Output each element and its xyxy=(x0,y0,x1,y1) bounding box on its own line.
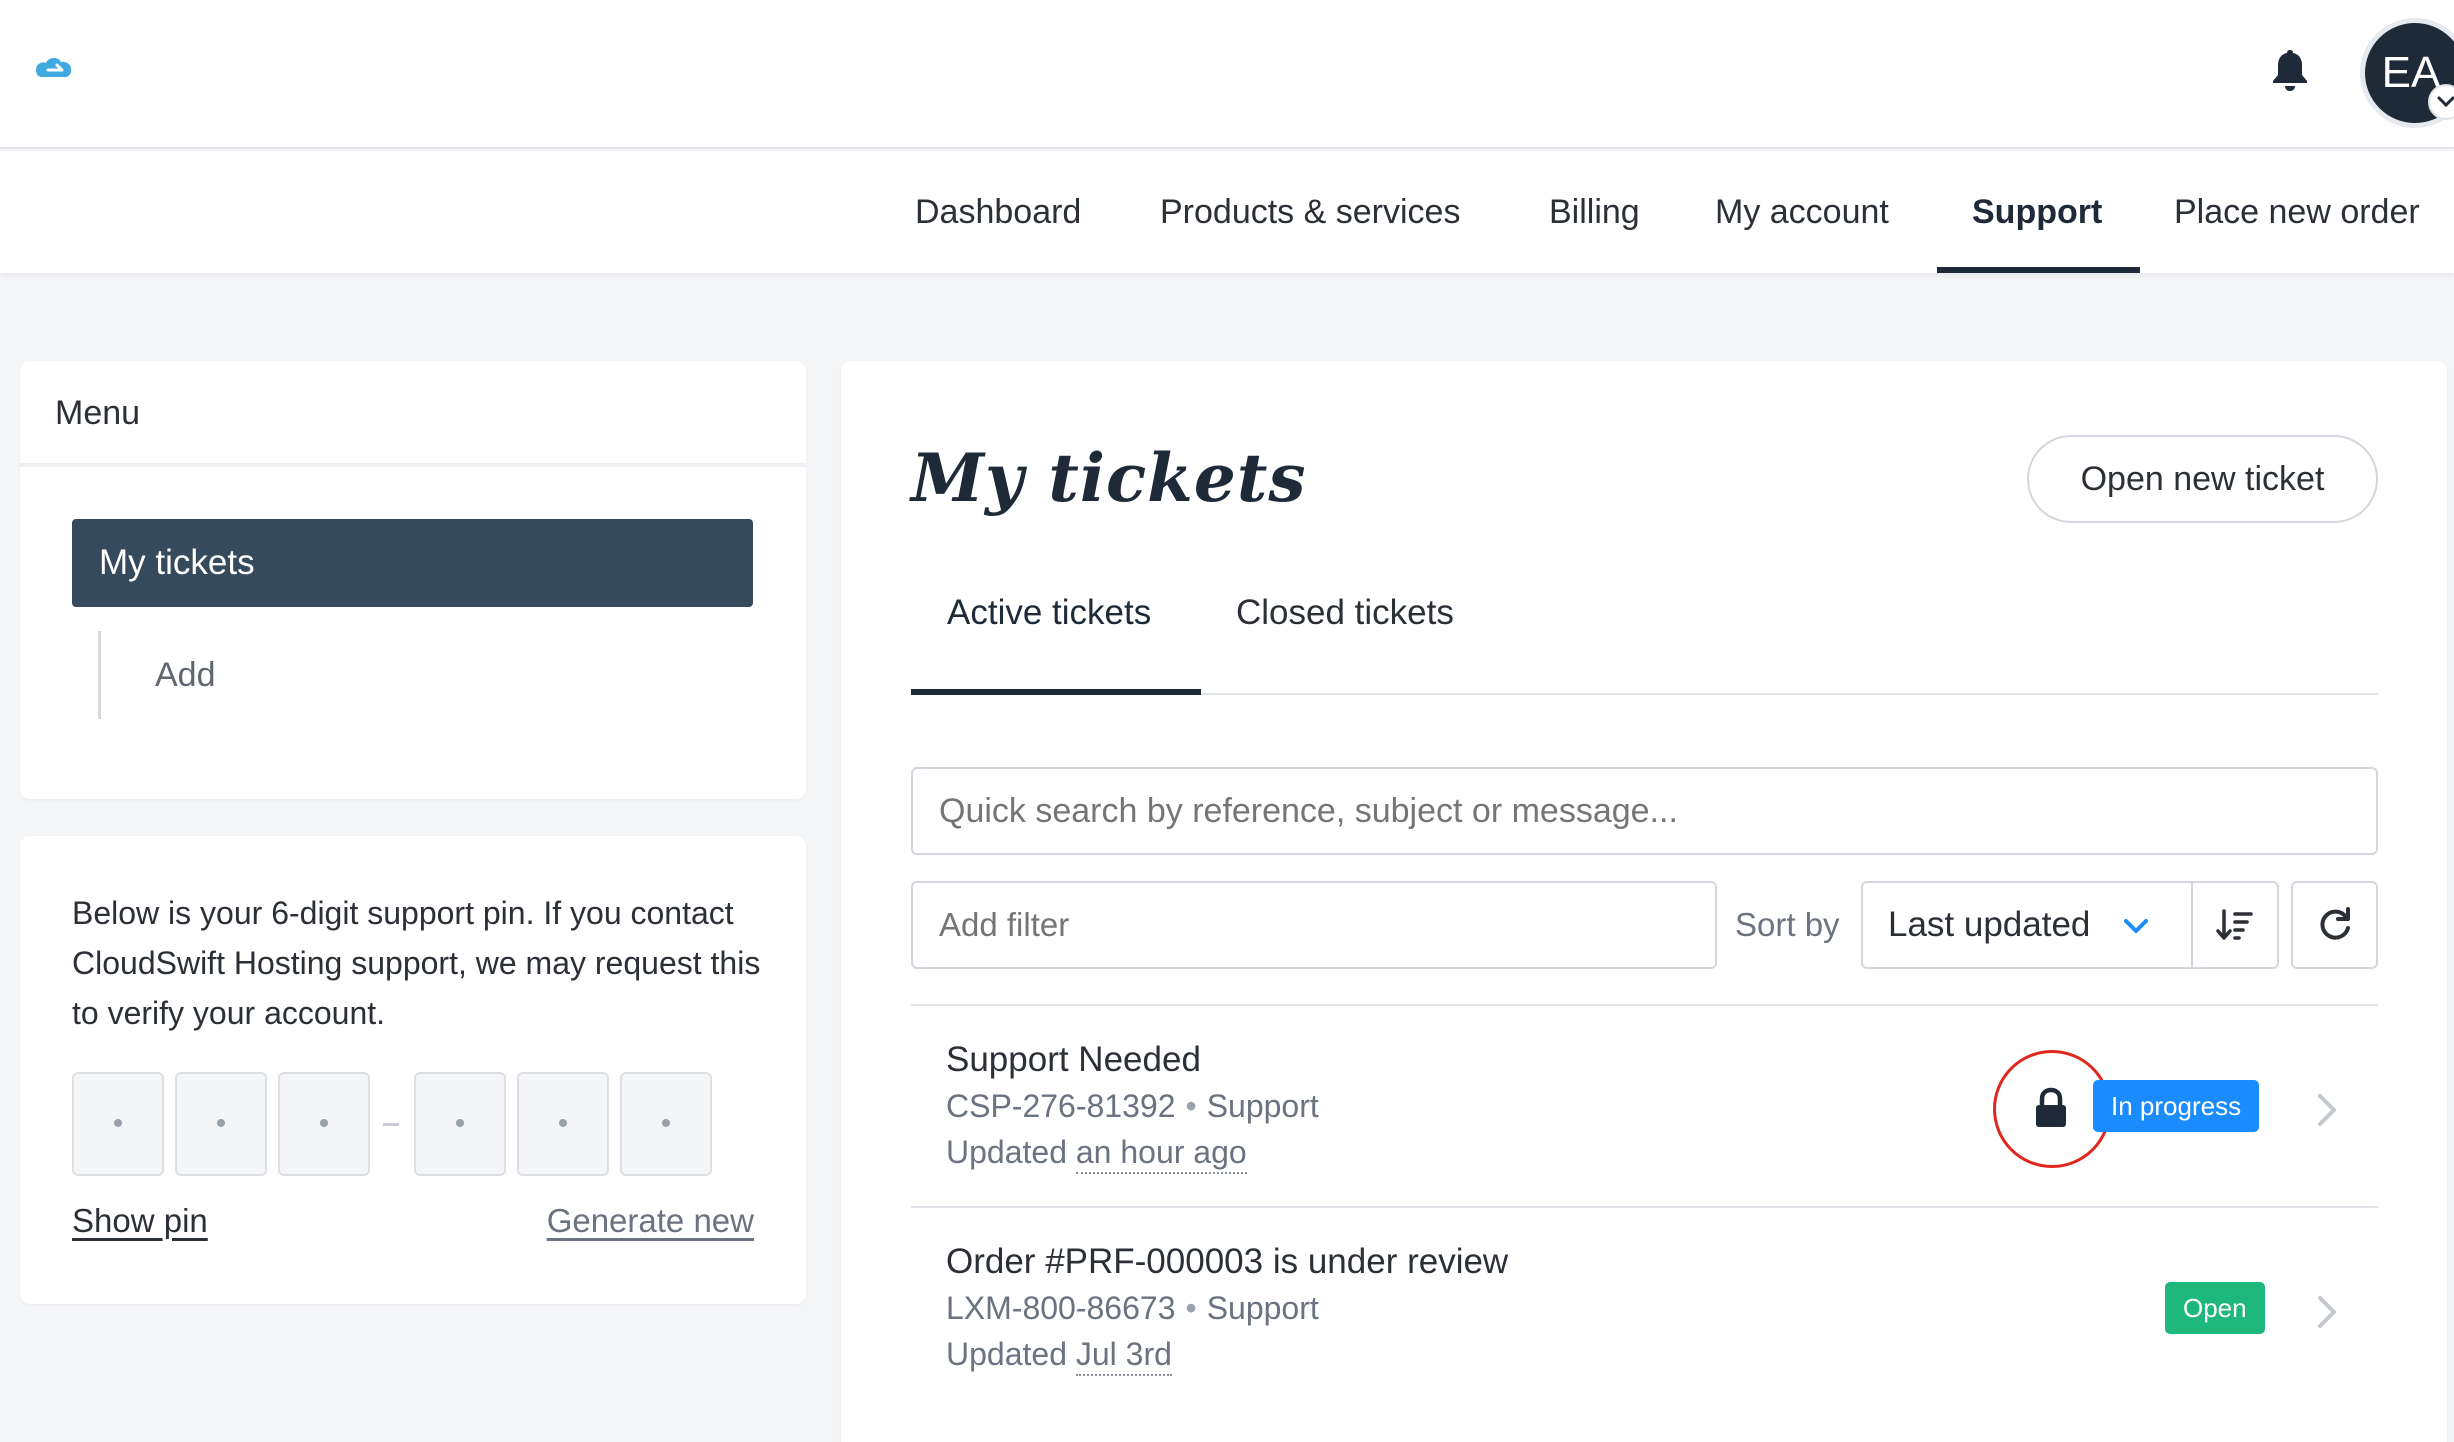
tickets-panel: My tickets Open new ticket Active ticket… xyxy=(841,361,2447,1442)
pin-digit: • xyxy=(517,1072,609,1176)
ticket-subject: Support Needed xyxy=(946,1040,1201,1079)
ticket-updated: Updated an hour ago xyxy=(946,1134,1247,1174)
ticket-reference: CSP-276-81392 xyxy=(946,1088,1176,1124)
show-pin-link[interactable]: Show pin xyxy=(72,1202,208,1240)
nav-active-indicator xyxy=(1937,267,2140,273)
tab-closed-tickets[interactable]: Closed tickets xyxy=(1236,593,1454,633)
nav-billing[interactable]: Billing xyxy=(1549,151,1640,273)
nav-place-new-order[interactable]: Place new order xyxy=(2174,151,2420,273)
status-badge: In progress xyxy=(2093,1080,2260,1132)
refresh-button[interactable] xyxy=(2291,881,2378,969)
sidebar-menu: Menu My tickets Add xyxy=(20,361,806,799)
tab-active-indicator xyxy=(911,689,1201,695)
ticket-department: Support xyxy=(1206,1290,1319,1326)
ticket-row[interactable]: Support Needed CSP-276-81392 • Support Upd… xyxy=(911,1006,2378,1206)
add-filter-input[interactable] xyxy=(911,881,1717,969)
chevron-down-icon xyxy=(2124,919,2148,933)
generate-new-pin-link[interactable]: Generate new xyxy=(547,1202,754,1240)
status-badge: Open xyxy=(2165,1282,2265,1334)
nav-dashboard[interactable]: Dashboard xyxy=(915,151,1081,273)
nav-my-account[interactable]: My account xyxy=(1715,151,1889,273)
cloud-logo-icon[interactable] xyxy=(32,50,78,86)
ticket-meta: CSP-276-81392 • Support xyxy=(946,1088,1319,1124)
menu-title: Menu xyxy=(20,361,806,467)
chevron-right-icon xyxy=(2318,1296,2336,1328)
chevron-right-icon xyxy=(2318,1094,2336,1126)
sidebar-item-my-tickets[interactable]: My tickets xyxy=(72,519,753,607)
support-pin-card: Below is your 6-digit support pin. If yo… xyxy=(20,836,806,1304)
bell-icon[interactable] xyxy=(2268,46,2312,94)
ticket-updated-time: Jul 3rd xyxy=(1075,1336,1172,1376)
ticket-subject: Order #PRF-000003 is under review xyxy=(946,1242,1509,1281)
ticket-updated-prefix: Updated xyxy=(946,1134,1067,1170)
sort-by-label: Sort by xyxy=(1735,906,1840,943)
top-bar: EA xyxy=(0,0,2454,149)
pin-digit: • xyxy=(414,1072,506,1176)
submenu-divider xyxy=(98,631,101,719)
sort-direction-button[interactable] xyxy=(2191,881,2279,969)
ticket-reference: LXM-800-86673 xyxy=(946,1290,1176,1326)
sidebar-item-add[interactable]: Add xyxy=(155,637,216,713)
pin-separator xyxy=(383,1123,399,1126)
ticket-updated-prefix: Updated xyxy=(946,1336,1067,1372)
page-title: My tickets xyxy=(911,439,1307,517)
pin-digit: • xyxy=(278,1072,370,1176)
ticket-department: Support xyxy=(1206,1088,1319,1124)
chevron-down-icon xyxy=(2437,96,2454,108)
nav-support[interactable]: Support xyxy=(1972,151,2102,273)
pin-digit: • xyxy=(175,1072,267,1176)
pin-digit: • xyxy=(72,1072,164,1176)
ticket-row[interactable]: Order #PRF-000003 is under review LXM-80… xyxy=(911,1208,2378,1408)
refresh-icon xyxy=(2319,907,2350,940)
sort-descending-icon xyxy=(2216,909,2253,940)
ticket-updated: Updated Jul 3rd xyxy=(946,1336,1172,1376)
support-pin-description: Below is your 6-digit support pin. If yo… xyxy=(72,895,761,1031)
pin-digit: • xyxy=(620,1072,712,1176)
tab-active-tickets[interactable]: Active tickets xyxy=(947,593,1151,633)
search-input[interactable] xyxy=(911,767,2378,855)
main-nav: Dashboard Products & services Billing My… xyxy=(0,151,2454,273)
ticket-meta: LXM-800-86673 • Support xyxy=(946,1290,1319,1326)
sort-select-value: Last updated xyxy=(1888,905,2091,944)
nav-products-services[interactable]: Products & services xyxy=(1160,151,1460,273)
ticket-updated-time: an hour ago xyxy=(1075,1134,1247,1174)
lock-icon xyxy=(2036,1087,2066,1127)
open-new-ticket-button[interactable]: Open new ticket xyxy=(2027,435,2378,523)
